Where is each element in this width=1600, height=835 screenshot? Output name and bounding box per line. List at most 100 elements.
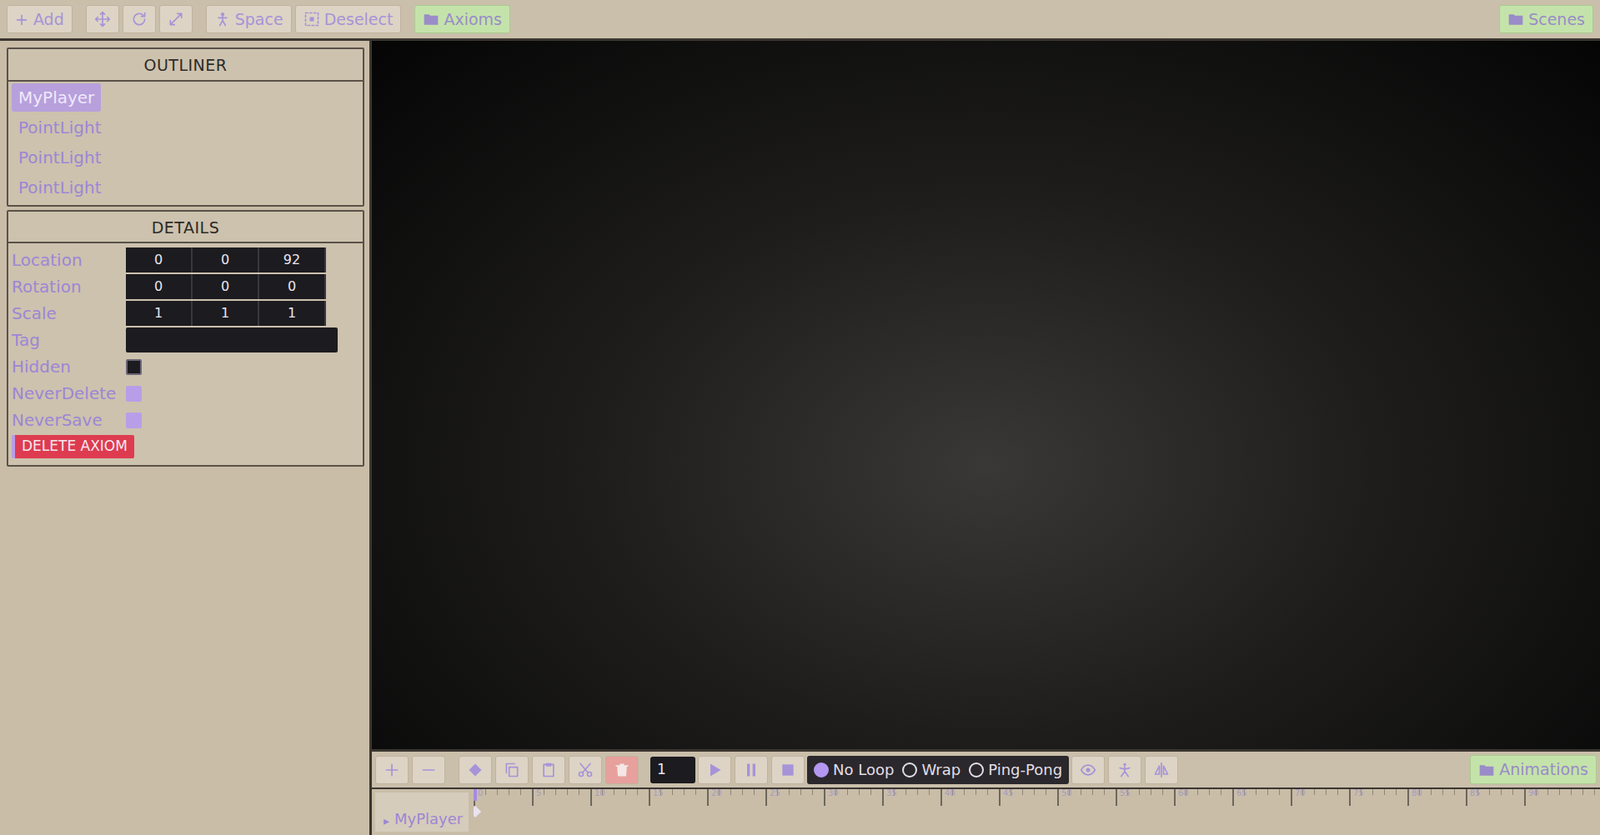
viewport-render[interactable] (371, 40, 1600, 750)
vector-input[interactable]: 0 (125, 247, 193, 273)
scenes-button[interactable]: Scenes (1499, 5, 1594, 35)
ruler-tick: 90 (1524, 789, 1583, 807)
folder-icon (1507, 10, 1525, 28)
timeline-button[interactable] (375, 756, 409, 785)
details-row: Location0092 (8, 246, 363, 274)
checkbox[interactable] (125, 359, 142, 376)
ruler-tick: 65 (1232, 789, 1291, 807)
ruler-ticks: 051015202530354045505560657075808590 (473, 789, 1600, 807)
track-label[interactable]: ▸MyPlayer (375, 792, 469, 833)
scale-icon (167, 10, 185, 28)
outliner-item[interactable]: MyPlayer (11, 83, 101, 112)
space-icon (214, 10, 231, 28)
animations-button[interactable]: Animations (1469, 755, 1597, 785)
main-area: OUTLINERMyPlayerPointLightPointLightPoin… (0, 40, 1600, 835)
radio-label: Ping-Pong (988, 758, 1063, 782)
details-row: Scale111 (8, 300, 363, 327)
field-label: Rotation (11, 274, 126, 300)
vector-input[interactable]: 0 (192, 247, 260, 273)
view-button[interactable] (1144, 756, 1179, 785)
pause-icon (742, 762, 760, 779)
rotate-icon (130, 10, 148, 28)
expand-toggle[interactable]: ▸ (383, 812, 390, 831)
loop-mode-group: No Loop Wrap Ping-Pong (807, 756, 1069, 785)
loop-option[interactable]: No Loop (813, 758, 894, 782)
outliner-title: OUTLINER (8, 49, 363, 82)
playhead[interactable] (473, 789, 477, 802)
details-row: Hidden (8, 353, 363, 381)
timeline-button[interactable] (531, 756, 566, 785)
button-label: Space (235, 7, 284, 32)
edit-buttons (375, 756, 639, 785)
vector-input[interactable]: 0 (259, 274, 327, 300)
toolbar-button[interactable] (85, 5, 120, 34)
vector-field: 111 (125, 300, 327, 327)
details-row: NeverSave (8, 406, 363, 434)
side-panel: OUTLINERMyPlayerPointLightPointLightPoin… (0, 40, 372, 835)
outliner-panel: OUTLINERMyPlayerPointLightPointLightPoin… (6, 47, 365, 207)
ruler-tick: 85 (1465, 789, 1525, 807)
loop-option[interactable]: Ping-Pong (968, 758, 1063, 782)
details-row: Rotation000 (8, 273, 363, 301)
ruler-tick: 80 (1407, 789, 1466, 807)
add-icon (383, 762, 401, 779)
view-button[interactable] (1071, 756, 1105, 785)
timeline-button[interactable] (495, 756, 529, 785)
timeline-ruler-row: ▸MyPlayer0510152025303540455055606570758… (371, 787, 1600, 835)
transport-button[interactable] (734, 756, 768, 785)
timeline-ruler[interactable]: 051015202530354045505560657075808590 (473, 789, 1600, 835)
toolbar-button[interactable]: Deselect (295, 5, 402, 35)
vector-input[interactable]: 92 (259, 247, 327, 273)
toolbar-button[interactable]: Space (205, 5, 292, 35)
vector-input[interactable]: 0 (192, 274, 260, 300)
ruler-tick: 35 (882, 789, 941, 807)
ruler-tick: 25 (765, 789, 824, 807)
timeline-button[interactable] (458, 756, 492, 785)
ruler-tick: 45 (998, 789, 1058, 807)
cut-icon (576, 762, 594, 779)
toolbar-button[interactable]: Axioms (414, 5, 511, 35)
checkbox[interactable] (125, 386, 142, 402)
stop-icon (779, 762, 797, 779)
radio-button[interactable] (902, 762, 918, 778)
timeline-button[interactable] (411, 756, 446, 785)
vector-input[interactable]: 1 (259, 300, 327, 327)
toolbar-button[interactable] (122, 5, 156, 34)
frame-input[interactable]: 1 (650, 757, 696, 784)
delete-axiom-button[interactable]: DELETE AXIOM (11, 435, 135, 459)
button-label: + Add (15, 7, 65, 32)
radio-button[interactable] (968, 762, 984, 778)
radio-button[interactable] (813, 762, 829, 778)
details-row: Tag (8, 326, 363, 354)
timeline-button[interactable] (568, 756, 602, 785)
vector-input[interactable]: 1 (125, 300, 193, 327)
transport-button[interactable] (771, 756, 805, 785)
radio-label: Wrap (921, 758, 961, 782)
checkbox[interactable] (125, 412, 142, 429)
outliner-item[interactable]: PointLight (11, 113, 109, 142)
outliner-list: MyPlayerPointLightPointLightPointLight (8, 81, 363, 206)
top-toolbar: + Add Space Deselect Axioms Scenes (0, 0, 1600, 41)
view-button[interactable] (1108, 756, 1142, 785)
details-row: NeverDelete (8, 380, 363, 407)
tag-input[interactable] (125, 327, 338, 353)
key-icon (466, 762, 484, 779)
vector-field: 000 (125, 274, 327, 300)
vector-input[interactable]: 0 (125, 274, 193, 300)
vector-input[interactable]: 1 (192, 300, 260, 327)
outliner-item[interactable]: PointLight (11, 173, 109, 202)
button-label: Animations (1499, 757, 1589, 783)
transport-button[interactable] (697, 756, 732, 785)
outliner-item[interactable]: PointLight (11, 143, 109, 172)
timeline-button[interactable] (605, 756, 639, 785)
ruler-tick: 15 (648, 789, 708, 807)
field-label: Hidden (11, 354, 126, 380)
keyframe-marker[interactable] (473, 806, 482, 818)
field-label: NeverSave (11, 407, 126, 433)
toolbar-button[interactable]: + Add (6, 5, 73, 35)
toolbar-button[interactable] (159, 5, 193, 34)
field-label: Location (11, 247, 126, 273)
loop-option[interactable]: Wrap (902, 758, 961, 782)
deselect-icon (303, 10, 321, 28)
field-label: Scale (11, 300, 126, 327)
